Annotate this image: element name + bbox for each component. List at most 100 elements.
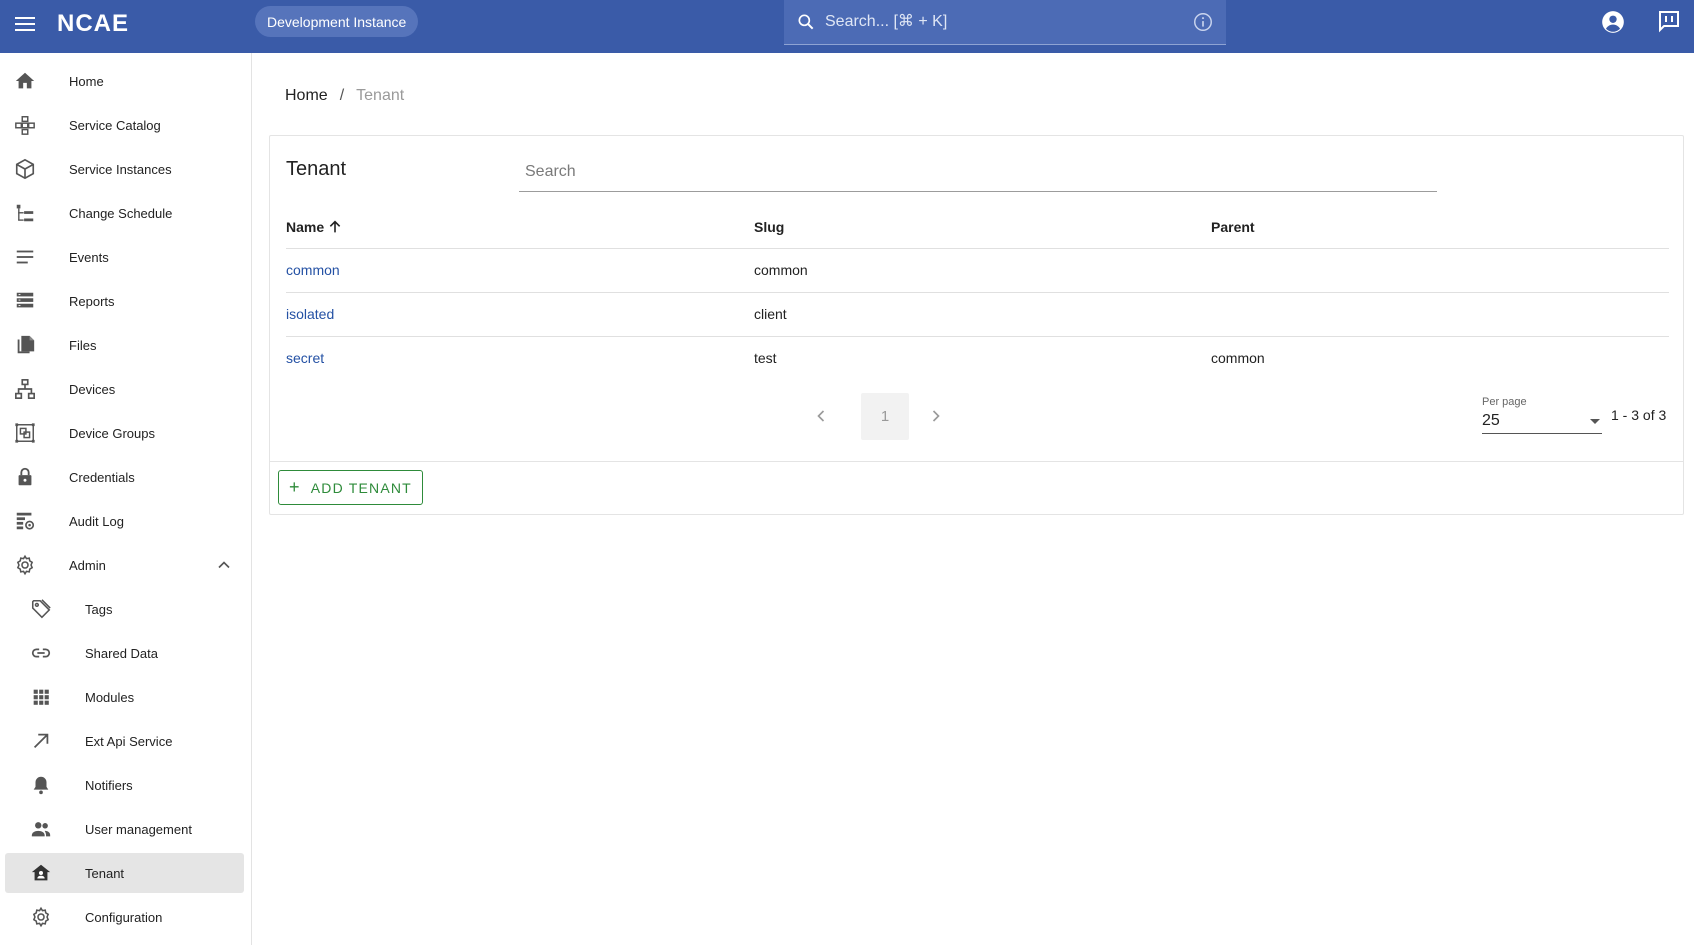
- column-header-parent[interactable]: Parent: [1211, 219, 1255, 235]
- per-page-select[interactable]: 25: [1482, 410, 1602, 434]
- sidebar-item-admin[interactable]: Admin: [5, 545, 244, 585]
- ncae-logo[interactable]: NCAE: [57, 10, 157, 34]
- table-search-input[interactable]: [525, 163, 1125, 181]
- column-header-label: Name: [286, 219, 325, 235]
- sidebar-item-events[interactable]: Events: [5, 237, 244, 277]
- pagination-range: 1 - 3 of 3: [1611, 407, 1667, 423]
- sidebar-item-label: Service Instances: [69, 161, 172, 177]
- tag-icon: [31, 599, 51, 619]
- gear-icon: [32, 906, 50, 928]
- users-icon: [31, 822, 51, 837]
- tenant-icon: [31, 864, 51, 881]
- global-search[interactable]: [784, 0, 1226, 45]
- breadcrumb-separator: /: [339, 87, 345, 104]
- global-search-input[interactable]: [825, 10, 1165, 34]
- sidebar-item-change-schedule[interactable]: Change Schedule: [5, 193, 244, 233]
- grid-icon: [33, 689, 49, 705]
- sidebar-item-devices[interactable]: Devices: [5, 369, 244, 409]
- files-icon: [17, 335, 35, 354]
- sidebar: Home Service Catalog Service Instances C…: [0, 53, 252, 945]
- column-header-name[interactable]: Name: [286, 219, 343, 235]
- info-icon[interactable]: [1192, 11, 1214, 33]
- table-header: Name Slug Parent: [286, 206, 1669, 249]
- sidebar-item-label: Change Schedule: [69, 205, 173, 221]
- sidebar-item-label: User management: [85, 821, 192, 837]
- page-number-button[interactable]: 1: [861, 393, 909, 440]
- chevron-right-icon[interactable]: [926, 406, 946, 426]
- account-icon[interactable]: [1600, 9, 1626, 35]
- sidebar-item-device-groups[interactable]: Device Groups: [5, 413, 244, 453]
- search-icon: [798, 14, 814, 30]
- sidebar-item-label: Device Groups: [69, 425, 155, 441]
- tenant-name-link[interactable]: secret: [286, 350, 324, 366]
- chevron-up-icon[interactable]: [214, 555, 234, 575]
- logo-text: NCAE: [57, 10, 129, 34]
- top-bar: NCAE Development Instance: [0, 0, 1694, 53]
- tenant-slug: common: [754, 262, 808, 278]
- reports-icon: [16, 292, 34, 308]
- tenant-card: Tenant Name Slug Parent common common is…: [269, 135, 1684, 515]
- sidebar-item-ext-api-service[interactable]: Ext Api Service: [5, 721, 244, 761]
- sidebar-item-audit-log[interactable]: Audit Log: [5, 501, 244, 541]
- sidebar-item-label: Modules: [85, 689, 135, 705]
- device-groups-icon: [15, 423, 35, 443]
- arrow-up-right-icon: [33, 733, 49, 749]
- pagination: 1 Per page 25 1 - 3 of 3: [270, 393, 1683, 441]
- sidebar-item-label: Credentials: [69, 469, 135, 485]
- page-title: Tenant: [286, 158, 347, 180]
- lines-icon: [16, 250, 34, 264]
- table-search[interactable]: [519, 154, 1437, 192]
- sidebar-item-configuration[interactable]: Configuration: [5, 897, 244, 937]
- plus-icon: +: [289, 477, 301, 497]
- breadcrumb: Home / Tenant: [285, 87, 404, 105]
- sidebar-item-label: Home: [69, 73, 104, 89]
- sidebar-item-reports[interactable]: Reports: [5, 281, 244, 321]
- feedback-icon[interactable]: [1657, 9, 1681, 33]
- column-header-slug[interactable]: Slug: [754, 219, 784, 235]
- service-catalog-icon: [15, 116, 35, 135]
- tenant-slug: client: [754, 306, 787, 322]
- sidebar-item-label: Devices: [69, 381, 116, 397]
- menu-icon[interactable]: [13, 13, 37, 37]
- sidebar-item-service-instances[interactable]: Service Instances: [5, 149, 244, 189]
- add-tenant-label: ADD TENANT: [310, 479, 412, 496]
- sidebar-item-modules[interactable]: Modules: [5, 677, 244, 717]
- home-icon: [15, 72, 35, 89]
- sidebar-item-label: Files: [69, 337, 97, 353]
- sidebar-item-label: Notifiers: [85, 777, 133, 793]
- sidebar-item-tenant[interactable]: Tenant: [5, 853, 244, 893]
- breadcrumb-current: Tenant: [356, 87, 405, 104]
- tree-icon: [16, 204, 34, 222]
- table-row: secret test common: [286, 337, 1669, 381]
- sidebar-item-tags[interactable]: Tags: [5, 589, 244, 629]
- column-header-label: Parent: [1211, 219, 1255, 235]
- instance-badge: Development Instance: [255, 6, 419, 37]
- bell-icon: [33, 776, 49, 795]
- table-row: common common: [286, 249, 1669, 293]
- sidebar-item-label: Admin: [69, 557, 106, 573]
- caret-down-icon: [1590, 419, 1600, 424]
- tenant-name-link[interactable]: isolated: [286, 306, 334, 322]
- sidebar-item-label: Audit Log: [69, 513, 124, 529]
- per-page-value: 25: [1482, 412, 1500, 429]
- breadcrumb-home[interactable]: Home: [285, 87, 328, 105]
- sidebar-item-notifiers[interactable]: Notifiers: [5, 765, 244, 805]
- sidebar-item-shared-data[interactable]: Shared Data: [5, 633, 244, 673]
- sidebar-item-label: Service Catalog: [69, 117, 161, 133]
- sidebar-item-home[interactable]: Home: [5, 61, 244, 101]
- add-tenant-button[interactable]: + ADD TENANT: [278, 470, 423, 505]
- sidebar-item-label: Configuration: [85, 909, 163, 925]
- per-page-label: Per page: [1482, 396, 1527, 408]
- sidebar-item-user-management[interactable]: User management: [5, 809, 244, 849]
- sidebar-item-label: Reports: [69, 293, 115, 309]
- network-icon: [15, 379, 35, 399]
- sidebar-item-files[interactable]: Files: [5, 325, 244, 365]
- sidebar-item-service-catalog[interactable]: Service Catalog: [5, 105, 244, 145]
- sidebar-item-credentials[interactable]: Credentials: [5, 457, 244, 497]
- tenant-slug: test: [754, 350, 777, 366]
- audit-log-icon: [16, 512, 35, 530]
- chevron-left-icon[interactable]: [811, 406, 831, 426]
- tenant-name-link[interactable]: common: [286, 262, 340, 278]
- tenant-parent: common: [1211, 350, 1265, 366]
- card-footer: + ADD TENANT: [270, 461, 1683, 515]
